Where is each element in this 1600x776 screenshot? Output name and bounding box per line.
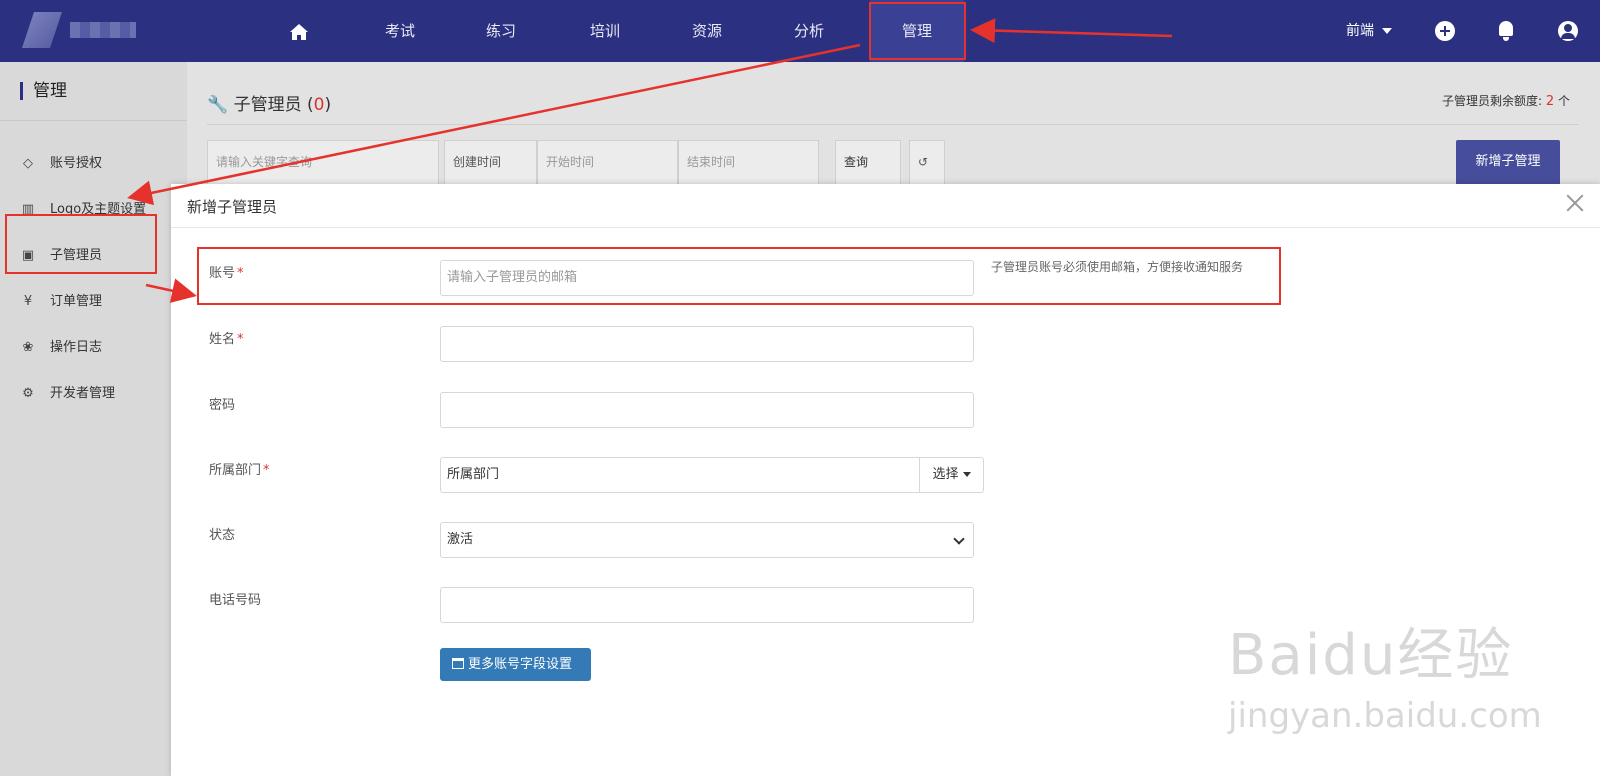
bell-icon[interactable] xyxy=(1496,20,1516,42)
sidebar-item-label: 操作日志 xyxy=(50,340,103,355)
logo-text-blurred xyxy=(70,22,136,38)
quota-label: 子管理员剩余额度: xyxy=(1442,94,1543,108)
quota-unit: 个 xyxy=(1557,94,1570,108)
department-label-text: 所属部门 xyxy=(209,463,262,478)
plus-circle-icon[interactable] xyxy=(1435,21,1455,41)
annotation-box-sidebar xyxy=(5,214,157,274)
status-label: 状态 xyxy=(209,528,236,543)
sidebar-item-label: 开发者管理 xyxy=(50,386,116,401)
name-input[interactable] xyxy=(440,326,974,362)
more-fields-label: 更多账号字段设置 xyxy=(468,657,573,672)
sidebar-item-label: 账号授权 xyxy=(50,156,103,171)
query-button[interactable]: 查询 xyxy=(835,140,901,185)
status-select[interactable]: 激活 xyxy=(440,522,974,558)
home-icon xyxy=(290,23,308,40)
modal-divider xyxy=(171,227,1600,228)
add-sub-admin-button[interactable]: 新增子管理 xyxy=(1456,140,1560,185)
name-label-text: 姓名 xyxy=(209,332,236,347)
status-value: 激活 xyxy=(447,532,474,547)
header-divider xyxy=(207,124,1579,125)
sidebar-item-orders[interactable]: ¥ 订单管理 xyxy=(20,292,102,312)
start-time-input[interactable]: 开始时间 xyxy=(537,140,678,185)
password-label: 密码 xyxy=(209,398,236,413)
wrench-icon: 🔧 xyxy=(207,95,229,115)
sidebar-title: 管理 xyxy=(20,82,67,100)
search-input[interactable]: 请输入关键字查询 xyxy=(207,140,439,185)
quota-value: 2 xyxy=(1545,94,1555,109)
nav-training[interactable]: 培训 xyxy=(565,0,645,62)
nav-resources[interactable]: 资源 xyxy=(667,0,747,62)
page-title-text: 子管理员 xyxy=(233,95,302,115)
more-fields-button[interactable]: 更多账号字段设置 xyxy=(440,648,591,681)
calendar-icon xyxy=(452,658,464,669)
sidebar-item-developer[interactable]: ⚙ 开发者管理 xyxy=(20,384,115,404)
yen-icon: ¥ xyxy=(23,294,33,309)
annotation-box-account xyxy=(197,247,1281,305)
paw-icon: ❀ xyxy=(22,340,34,355)
created-time-label: 创建时间 xyxy=(444,140,537,185)
department-select-button[interactable]: 选择 xyxy=(919,457,984,493)
phone-label: 电话号码 xyxy=(209,593,262,608)
sidebar: 管理 ◇ 账号授权 ▥ Logo及主题设置 ▣ 子管理员 ¥ 订单管理 ❀ 操作日志 ⚙ 开… xyxy=(0,62,187,776)
password-input[interactable] xyxy=(440,392,974,428)
phone-input[interactable] xyxy=(440,587,974,623)
required-mark: * xyxy=(237,332,244,347)
user-circle-icon[interactable] xyxy=(1558,21,1578,41)
admin-count: 0 xyxy=(313,95,325,115)
modal-title: 新增子管理员 xyxy=(187,198,278,216)
frontend-dropdown[interactable]: 前端 xyxy=(1346,0,1393,62)
sidebar-item-account-auth[interactable]: ◇ 账号授权 xyxy=(20,154,102,174)
sidebar-item-logs[interactable]: ❀ 操作日志 xyxy=(20,338,102,358)
page-title: 🔧 子管理员 (0) xyxy=(207,95,332,115)
chevron-down-icon xyxy=(953,533,965,545)
logo[interactable] xyxy=(22,12,140,48)
nav-practice[interactable]: 练习 xyxy=(461,0,541,62)
end-time-input[interactable]: 结束时间 xyxy=(678,140,819,185)
caret-down-icon xyxy=(962,472,971,477)
frontend-dropdown-label: 前端 xyxy=(1346,23,1374,39)
top-navbar: 考试 练习 培训 资源 分析 管理 前端 xyxy=(0,0,1600,62)
nav-analysis[interactable]: 分析 xyxy=(769,0,849,62)
sidebar-divider xyxy=(0,120,187,121)
watermark-url: jingyan.baidu.com xyxy=(1228,696,1542,736)
reset-icon[interactable]: ↺ xyxy=(909,140,945,185)
sidebar-item-label: 订单管理 xyxy=(50,294,103,309)
close-icon[interactable] xyxy=(1564,192,1586,214)
diamond-icon: ◇ xyxy=(23,156,33,171)
department-label: 所属部门 * xyxy=(209,459,270,478)
quota-info: 子管理员剩余额度: 2 个 xyxy=(1442,92,1570,109)
department-input[interactable]: 所属部门 xyxy=(440,457,920,493)
caret-down-icon xyxy=(1382,28,1393,34)
required-mark: * xyxy=(263,463,270,478)
select-button-label: 选择 xyxy=(932,467,959,482)
name-label: 姓名 * xyxy=(209,328,244,347)
watermark-logo: Baidu经验 xyxy=(1228,623,1514,688)
cogs-icon: ⚙ xyxy=(22,386,34,401)
nav-exam[interactable]: 考试 xyxy=(360,0,440,62)
logo-mark xyxy=(22,12,62,48)
nav-home[interactable] xyxy=(259,0,339,62)
annotation-box-nav xyxy=(869,2,966,60)
